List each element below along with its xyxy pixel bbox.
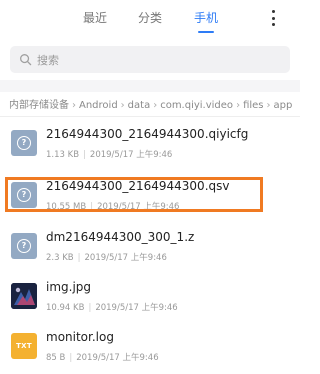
file-name: 2164944300_2164944300.qiyicfg bbox=[46, 127, 249, 141]
file-row[interactable]: TXT monitor.log 85 B | 2019/5/17 上午9:46 bbox=[0, 324, 300, 374]
search-input[interactable]: 搜索 bbox=[10, 46, 290, 73]
file-date: 2019/5/17 上午9:46 bbox=[95, 303, 178, 313]
tab-phone[interactable]: 手机 bbox=[194, 9, 218, 26]
search-placeholder: 搜索 bbox=[37, 54, 59, 67]
breadcrumb: 内部存储设备 › Android › data › com.qiyi.video › files… bbox=[9, 96, 300, 110]
image-thumbnail-icon bbox=[11, 283, 37, 309]
active-tab-indicator bbox=[198, 31, 214, 33]
section-spacer bbox=[0, 80, 300, 92]
file-size: 2.3 KB bbox=[46, 253, 74, 263]
file-name: img.jpg bbox=[46, 280, 92, 294]
txt-file-icon: TXT bbox=[11, 333, 37, 359]
file-row[interactable]: ? dm2164944300_300_1.z 2.3 KB | 2019/5/17 … bbox=[0, 224, 300, 274]
file-row[interactable]: ? 2164944300_2164944300.qiyicfg 1.13 KB |… bbox=[0, 121, 300, 171]
file-name: monitor.log bbox=[46, 330, 114, 344]
file-date: 2019/5/17 上午9:46 bbox=[76, 353, 159, 363]
file-date: 2019/5/17 上午9:46 bbox=[84, 253, 167, 263]
file-size: 1.13 KB bbox=[46, 150, 80, 160]
unknown-file-icon: ? bbox=[11, 182, 37, 208]
file-meta: 85 B | 2019/5/17 上午9:46 bbox=[46, 353, 159, 363]
unknown-file-icon: ? bbox=[11, 130, 37, 156]
unknown-file-icon: ? bbox=[11, 233, 37, 259]
tab-category[interactable]: 分类 bbox=[138, 9, 162, 26]
more-options-icon[interactable] bbox=[270, 10, 276, 26]
tab-recent[interactable]: 最近 bbox=[83, 9, 107, 26]
file-meta: 10.55 MB | 2019/5/17 上午9:46 bbox=[46, 202, 180, 212]
file-date: 2019/5/17 上午9:46 bbox=[89, 150, 173, 160]
file-name: 2164944300_2164944300.qsv bbox=[46, 179, 230, 193]
breadcrumb-item[interactable]: data bbox=[128, 100, 151, 110]
file-size: 10.55 MB bbox=[46, 202, 87, 212]
file-meta: 1.13 KB | 2019/5/17 上午9:46 bbox=[46, 150, 173, 160]
file-meta: 2.3 KB | 2019/5/17 上午9:46 bbox=[46, 253, 167, 263]
chevron-right-icon: › bbox=[236, 100, 241, 110]
search-icon bbox=[20, 54, 32, 66]
file-date: 2019/5/17 上午9:46 bbox=[97, 202, 180, 212]
chevron-right-icon: › bbox=[153, 100, 158, 110]
file-size: 10.94 KB bbox=[46, 303, 85, 313]
file-meta: 10.94 KB | 2019/5/17 上午9:46 bbox=[46, 303, 178, 313]
breadcrumb-item[interactable]: com.qiyi.video bbox=[160, 100, 233, 110]
breadcrumb-item[interactable]: app bbox=[274, 100, 293, 110]
top-tab-bar: 最近 分类 手机 bbox=[0, 0, 300, 38]
file-row[interactable]: img.jpg 10.94 KB | 2019/5/17 上午9:46 bbox=[0, 274, 300, 324]
file-row[interactable]: ? 2164944300_2164944300.qsv 10.55 MB | 201… bbox=[0, 173, 300, 223]
file-size: 85 B bbox=[46, 353, 66, 363]
chevron-right-icon: › bbox=[72, 100, 76, 110]
divider bbox=[0, 116, 300, 117]
breadcrumb-item[interactable]: Android bbox=[79, 100, 118, 110]
breadcrumb-item[interactable]: 内部存储设备 bbox=[9, 100, 69, 110]
breadcrumb-item[interactable]: files bbox=[243, 100, 263, 110]
chevron-right-icon: › bbox=[120, 100, 125, 110]
chevron-right-icon: › bbox=[266, 100, 271, 110]
file-name: dm2164944300_300_1.z bbox=[46, 230, 195, 244]
